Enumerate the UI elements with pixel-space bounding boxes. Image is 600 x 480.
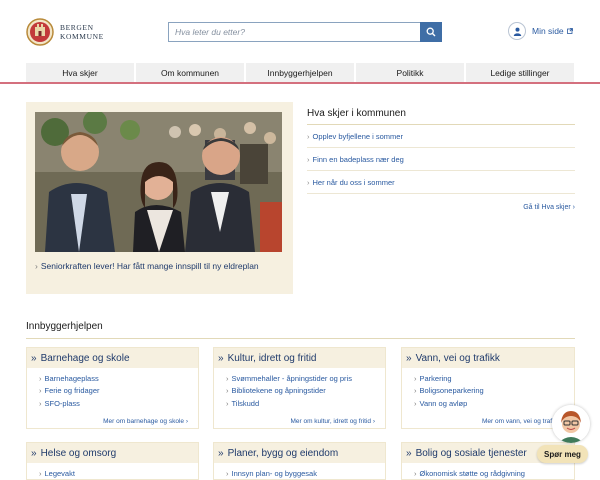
chevron-right-icon: › (414, 398, 417, 408)
card-more-link[interactable]: Mer om kultur, idrett og fritid › (290, 418, 375, 425)
chevron-right-icon: › (39, 398, 42, 408)
logo-text-line2: KOMMUNE (60, 32, 104, 41)
chat-button[interactable]: Spør meg (537, 445, 588, 463)
coat-of-arms-icon (26, 18, 54, 46)
chatbot-avatar-icon (552, 405, 590, 443)
chevron-right-icon: › (307, 131, 310, 141)
card-more-link[interactable]: Mer om barnehage og skole › (103, 418, 188, 425)
my-page-link[interactable]: Min side (508, 22, 573, 40)
chevron-right-icon: › (226, 373, 229, 383)
logo-text-line1: BERGEN (60, 23, 94, 32)
chevron-right-icon: › (307, 177, 310, 187)
user-icon (508, 22, 526, 40)
chevron-right-icon: › (414, 468, 417, 478)
chevron-right-icon: › (307, 154, 310, 164)
nav-divider (0, 82, 600, 84)
news-title: Hva skjer i kommunen (307, 108, 575, 125)
category-card-helse: » Helse og omsorg › Legevakt (26, 442, 199, 480)
nav-item-om-kommunen[interactable]: Om kommunen (136, 63, 244, 82)
chevron-right-icon: › (226, 398, 229, 408)
search-button[interactable] (420, 22, 442, 42)
card-heading[interactable]: » Barnehage og skole (27, 348, 198, 368)
search-bar (168, 22, 442, 42)
category-card-planer: » Planer, bygg og eiendom › Innsyn plan- o… (213, 442, 386, 480)
card-link[interactable]: › Boligsoneparkering (414, 385, 574, 398)
chevron-right-icon: › (414, 373, 417, 383)
news-panel: Hva skjer i kommunen › Opplev byfjellene … (307, 108, 575, 211)
card-link[interactable]: › Barnehageplass (39, 372, 198, 385)
card-link[interactable]: › Bibliotekene og åpningstider (226, 385, 385, 398)
card-link[interactable]: › Økonomisk støtte og rådgivning (414, 467, 574, 480)
my-page-label: Min side (532, 26, 564, 36)
news-item[interactable]: › Finn en badeplass nær deg (307, 148, 575, 171)
nav-item-ledige-stillinger[interactable]: Ledige stillinger (466, 63, 574, 82)
card-link[interactable]: › Innsyn plan- og byggesak (226, 467, 385, 480)
double-chevron-icon: » (218, 447, 224, 459)
chevron-right-icon: › (414, 386, 417, 396)
chevron-right-icon: › (35, 261, 38, 271)
nav-item-politikk[interactable]: Politikk (356, 63, 464, 82)
card-heading[interactable]: » Vann, vei og trafikk (402, 348, 574, 368)
news-item[interactable]: › Her når du oss i sommer (307, 171, 575, 194)
card-heading[interactable]: » Kultur, idrett og fritid (214, 348, 385, 368)
featured-photo (35, 112, 282, 252)
double-chevron-icon: » (406, 352, 412, 364)
main-nav: Hva skjer Om kommunen Innbyggerhjelpen P… (26, 63, 574, 82)
featured-caption: Seniorkraften lever! Har fått mange inns… (40, 261, 259, 271)
category-card-barnehage: » Barnehage og skole › Barnehageplass › Fer… (26, 347, 199, 429)
card-link[interactable]: › Vann og avløp (414, 397, 574, 410)
double-chevron-icon: » (31, 447, 37, 459)
nav-item-hva-skjer[interactable]: Hva skjer (26, 63, 134, 82)
double-chevron-icon: » (218, 352, 224, 364)
news-item[interactable]: › Opplev byfjellene i sommer (307, 125, 575, 148)
search-input[interactable] (168, 22, 420, 42)
featured-story[interactable]: › Seniorkraften lever! Har fått mange inn… (26, 102, 293, 294)
card-heading[interactable]: » Helse og omsorg (27, 443, 198, 463)
card-link[interactable]: › SFO-plass (39, 397, 198, 410)
logo[interactable]: BERGEN KOMMUNE (26, 18, 104, 46)
chevron-right-icon: › (226, 386, 229, 396)
nav-item-innbyggerhjelpen[interactable]: Innbyggerhjelpen (246, 63, 354, 82)
section-title: Innbyggerhjelpen (26, 321, 575, 339)
category-card-vann: » Vann, vei og trafikk › Parkering › Boligs… (401, 347, 575, 429)
card-link[interactable]: › Legevakt (39, 467, 198, 480)
chevron-right-icon: › (39, 373, 42, 383)
chevron-right-icon: › (226, 468, 229, 478)
news-more-link[interactable]: Gå til Hva skjer › (307, 204, 575, 211)
chatbot-avatar[interactable] (552, 405, 590, 443)
site-header: BERGEN KOMMUNE Min side (0, 0, 600, 62)
card-link[interactable]: › Parkering (414, 372, 574, 385)
card-link[interactable]: › Tilskudd (226, 397, 385, 410)
search-icon (426, 27, 436, 37)
category-card-kultur: » Kultur, idrett og fritid › Svømmehaller … (213, 347, 386, 429)
chevron-right-icon: › (39, 386, 42, 396)
chevron-right-icon: › (572, 204, 575, 211)
card-heading[interactable]: » Planer, bygg og eiendom (214, 443, 385, 463)
double-chevron-icon: » (406, 447, 412, 459)
chevron-right-icon: › (39, 468, 42, 478)
card-link[interactable]: › Svømmehaller - åpningstider og pris (226, 372, 385, 385)
card-link[interactable]: › Ferie og fridager (39, 385, 198, 398)
external-link-icon (566, 28, 573, 34)
double-chevron-icon: » (31, 352, 37, 364)
